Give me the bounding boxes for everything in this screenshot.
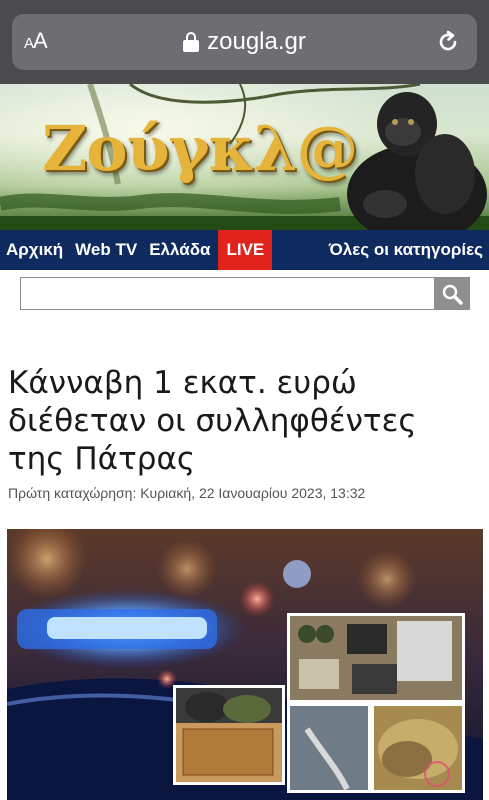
- search-button[interactable]: [434, 278, 469, 309]
- search-input[interactable]: [21, 278, 435, 309]
- reload-icon[interactable]: [435, 29, 461, 55]
- lock-icon: [183, 32, 200, 52]
- article-headline: Κάνναβη 1 εκατ. ευρώ διέθεταν οι συλληφθ…: [8, 365, 417, 477]
- site-logo[interactable]: Ζούγκλ@: [42, 112, 359, 185]
- search-icon: [442, 284, 463, 305]
- nav-item-web-tv[interactable]: Web TV: [69, 230, 143, 270]
- nav-all-categories[interactable]: Όλες οι κατηγορίες: [323, 230, 489, 270]
- url-field[interactable]: AA zougla.gr: [12, 14, 477, 70]
- nav-item-greece[interactable]: Ελλάδα: [143, 230, 216, 270]
- site-banner[interactable]: Ζούγκλ@: [0, 84, 489, 230]
- main-navigation: Αρχική Web TV Ελλάδα LIVE Όλες οι κατηγο…: [0, 230, 489, 270]
- article-publish-date: Πρώτη καταχώρηση: Κυριακή, 22 Ιανουαρίου…: [8, 485, 366, 501]
- article-photo: [7, 529, 483, 800]
- search-box: [20, 277, 470, 310]
- text-size-button[interactable]: AA: [24, 28, 48, 54]
- nav-item-home[interactable]: Αρχική: [0, 230, 69, 270]
- gorilla-image: [347, 92, 487, 230]
- url-text: zougla.gr: [207, 28, 306, 55]
- browser-address-bar: AA zougla.gr: [0, 0, 489, 84]
- nav-item-live[interactable]: LIVE: [218, 230, 273, 270]
